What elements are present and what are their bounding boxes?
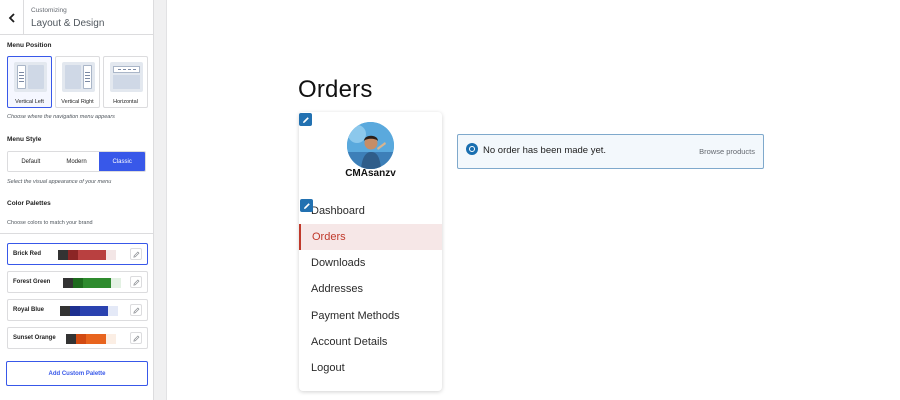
- palette-name: Sunset Orange: [13, 335, 56, 341]
- palette-edit-button[interactable]: [130, 304, 142, 316]
- style-option-modern[interactable]: Modern: [53, 152, 100, 171]
- info-icon: [466, 143, 478, 155]
- position-option-label: Vertical Left: [15, 99, 44, 105]
- panel-title: Layout & Design: [31, 18, 105, 29]
- panel-header: Customizing Layout & Design: [0, 0, 153, 35]
- position-option-label: Horizontal: [113, 99, 138, 105]
- page-title: Orders: [298, 76, 373, 103]
- menu-style-heading: Menu Style: [7, 136, 42, 143]
- panel-gutter: [154, 0, 167, 400]
- swatch: [70, 306, 80, 316]
- account-nav-addresses[interactable]: Addresses: [299, 276, 442, 302]
- chevron-left-icon: [8, 12, 15, 23]
- swatch: [106, 250, 116, 260]
- orders-notice: No order has been made yet. Browse produ…: [457, 134, 764, 169]
- palette-forest-green[interactable]: Forest Green: [7, 271, 148, 293]
- account-nav-orders[interactable]: Orders: [299, 224, 442, 250]
- vertical-right-layout-icon: [62, 62, 95, 92]
- swatch: [68, 250, 78, 260]
- add-custom-palette-button[interactable]: Add Custom Palette: [6, 361, 148, 386]
- notice-message: No order has been made yet.: [483, 145, 607, 156]
- account-nav-payment-methods[interactable]: Payment Methods: [299, 303, 442, 329]
- menu-position-heading: Menu Position: [7, 42, 52, 49]
- avatar-photo: [347, 122, 394, 169]
- palette-name: Royal Blue: [13, 307, 45, 313]
- section-divider: [0, 233, 153, 234]
- position-option-vertical-left[interactable]: Vertical Left: [7, 56, 52, 108]
- pencil-icon: [132, 335, 139, 342]
- vertical-left-layout-icon: [14, 62, 47, 92]
- position-option-vertical-right[interactable]: Vertical Right: [55, 56, 100, 108]
- swatch: [63, 278, 73, 288]
- swatch: [58, 250, 68, 260]
- account-nav-downloads[interactable]: Downloads: [299, 250, 442, 276]
- swatch: [76, 334, 86, 344]
- swatch: [83, 278, 111, 288]
- customizer-screen: Customizing Layout & Design Menu Positio…: [0, 0, 900, 400]
- account-nav-logout[interactable]: Logout: [299, 355, 442, 381]
- pencil-icon: [302, 116, 309, 123]
- menu-style-selector: Default Modern Classic: [7, 151, 146, 172]
- color-palettes-hint: Choose colors to match your brand: [7, 220, 93, 226]
- avatar: [347, 122, 394, 169]
- palette-name: Brick Red: [13, 251, 42, 257]
- palette-swatches: [58, 250, 116, 260]
- palette-edit-button[interactable]: [130, 332, 142, 344]
- menu-position-hint: Choose where the navigation menu appears: [7, 114, 115, 120]
- color-palettes-heading: Color Palettes: [7, 200, 51, 207]
- pencil-icon: [132, 279, 139, 286]
- pencil-icon: [132, 307, 139, 314]
- palette-swatches: [63, 278, 121, 288]
- swatch: [106, 334, 116, 344]
- account-username: CMAsanzv: [345, 168, 396, 179]
- swatch: [66, 334, 76, 344]
- menu-style-hint: Select the visual appearance of your men…: [7, 179, 112, 185]
- edit-shortcut-button[interactable]: [300, 199, 313, 212]
- edit-shortcut-button[interactable]: [299, 113, 312, 126]
- palette-edit-button[interactable]: [130, 248, 142, 260]
- swatch: [80, 306, 108, 316]
- palette-swatches: [66, 334, 116, 344]
- swatch: [78, 250, 106, 260]
- palette-brick-red[interactable]: Brick Red: [7, 243, 148, 265]
- browse-products-link[interactable]: Browse products: [699, 147, 755, 156]
- palette-royal-blue[interactable]: Royal Blue: [7, 299, 148, 321]
- account-nav-dashboard[interactable]: Dashboard: [299, 198, 442, 224]
- pencil-icon: [303, 202, 310, 209]
- pencil-icon: [132, 251, 139, 258]
- horizontal-layout-icon: [110, 62, 143, 92]
- swatch: [108, 306, 118, 316]
- panel-kicker: Customizing: [31, 7, 67, 14]
- palette-sunset-orange[interactable]: Sunset Orange: [7, 327, 148, 349]
- style-option-classic[interactable]: Classic: [99, 152, 145, 171]
- swatch: [111, 278, 121, 288]
- position-option-horizontal[interactable]: Horizontal: [103, 56, 148, 108]
- swatch: [86, 334, 106, 344]
- account-nav-account-details[interactable]: Account Details: [299, 329, 442, 355]
- style-option-default[interactable]: Default: [8, 152, 54, 171]
- swatch: [60, 306, 70, 316]
- palette-edit-button[interactable]: [130, 276, 142, 288]
- customizer-panel: Customizing Layout & Design Menu Positio…: [0, 0, 154, 400]
- position-option-label: Vertical Right: [61, 99, 94, 105]
- swatch: [73, 278, 83, 288]
- back-button[interactable]: [0, 0, 24, 35]
- palette-name: Forest Green: [13, 279, 51, 285]
- palette-swatches: [60, 306, 118, 316]
- account-navigation-card: CMAsanzv Dashboard Orders Downloads Addr…: [299, 112, 442, 391]
